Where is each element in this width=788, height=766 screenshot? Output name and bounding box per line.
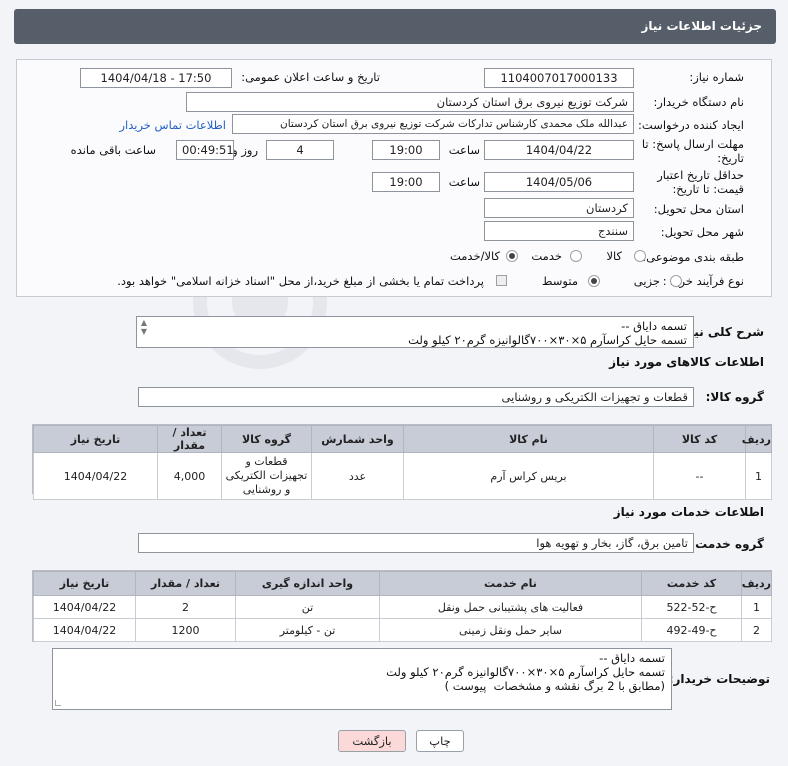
services-cell-row: 1 xyxy=(741,595,772,619)
services-col-name: نام خدمت xyxy=(379,571,642,596)
goods-section-title: اطلاعات کالاهای مورد نیاز xyxy=(609,355,764,369)
table-row: 2 ح-49-492 سایر حمل ونقل زمینی تن - کیلو… xyxy=(33,618,772,642)
category-goods-service-label: کالا/خدمت xyxy=(449,249,500,263)
goods-col-qty: تعداد / مقدار xyxy=(157,425,222,453)
description-box: ▲▼ xyxy=(136,316,694,348)
services-table: ردیف کد خدمت نام خدمت واحد اندازه گیری ت… xyxy=(33,571,772,642)
buyer-org-label: نام دستگاه خریدار: xyxy=(653,95,744,109)
back-button[interactable]: بازگشت xyxy=(338,730,406,752)
buyer-contact-link[interactable]: اطلاعات تماس خریدار xyxy=(119,118,226,132)
services-cell-code: ح-52-522 xyxy=(641,595,742,619)
days-field: 4 xyxy=(266,140,334,160)
goods-col-code: کد کالا xyxy=(653,425,746,453)
table-row: 1 -- بریس کراس آرم عدد قطعات و تجهیزات ا… xyxy=(33,452,772,500)
buyer-org-field: شرکت توزیع نیروی برق استان کردستان xyxy=(186,92,634,112)
resize-handle-icon[interactable] xyxy=(55,700,61,706)
deadline-time-label: ساعت xyxy=(448,143,480,157)
goods-col-row: ردیف xyxy=(742,425,772,453)
services-cell-qty: 1200 xyxy=(135,618,236,642)
description-scrollbar[interactable]: ▲ ▼ xyxy=(138,318,150,336)
services-col-row: ردیف xyxy=(741,571,772,596)
city-label: شهر محل تحویل: xyxy=(660,225,744,239)
buyer-notes-label: توضیحات خریدار: xyxy=(668,672,770,686)
category-goods-label: کالا xyxy=(606,249,622,263)
services-col-qty: تعداد / مقدار xyxy=(135,571,236,596)
process-medium-radio[interactable] xyxy=(588,275,600,287)
goods-cell-date: 1404/04/22 xyxy=(33,452,158,500)
goods-col-group: گروه کالا xyxy=(221,425,312,453)
process-minor-radio[interactable] xyxy=(670,275,682,287)
table-row: 1 ح-52-522 فعالیت های پشتیبانی حمل ونقل … xyxy=(33,595,772,619)
goods-col-name: نام کالا xyxy=(403,425,654,453)
services-cell-name: سایر حمل ونقل زمینی xyxy=(379,618,642,642)
deadline-label: مهلت ارسال پاسخ: تا تاریخ: xyxy=(641,137,744,165)
treasury-payment-note: پرداخت تمام یا بخشی از مبلغ خرید،از محل … xyxy=(117,274,484,288)
city-field: سنندج xyxy=(484,221,634,241)
services-cell-unit: تن - کیلومتر xyxy=(235,618,380,642)
creator-field: عبدالله ملک محمدی کارشناس تدارکات شرکت ت… xyxy=(232,114,634,134)
services-col-code: کد خدمت xyxy=(641,571,742,596)
need-number-label: شماره نیاز: xyxy=(689,70,744,84)
treasury-payment-checkbox[interactable] xyxy=(496,275,507,286)
category-service-radio[interactable] xyxy=(570,250,582,262)
services-cell-date: 1404/04/22 xyxy=(33,595,136,619)
creator-label: ایجاد کننده درخواست: xyxy=(638,118,744,132)
validity-time-label: ساعت xyxy=(448,175,480,189)
goods-table: ردیف کد کالا نام کالا واحد شمارش گروه کا… xyxy=(33,425,772,500)
services-cell-row: 2 xyxy=(741,618,772,642)
days-label: روز و xyxy=(232,143,258,157)
services-col-unit: واحد اندازه گیری xyxy=(235,571,380,596)
goods-cell-unit: عدد xyxy=(311,452,404,500)
services-cell-qty: 2 xyxy=(135,595,236,619)
goods-table-wrap: ردیف کد کالا نام کالا واحد شمارش گروه کا… xyxy=(32,424,772,500)
page-title: جزئیات اطلاعات نیاز xyxy=(641,19,762,33)
buyer-notes-textarea[interactable] xyxy=(52,648,672,710)
services-cell-unit: تن xyxy=(235,595,380,619)
process-minor-label: جزیی xyxy=(633,274,660,288)
goods-group-field: قطعات و تجهیزات الکتریکی و روشنایی xyxy=(138,387,694,407)
services-table-wrap: ردیف کد خدمت نام خدمت واحد اندازه گیری ت… xyxy=(32,570,772,642)
services-cell-code: ح-49-492 xyxy=(641,618,742,642)
category-service-label: خدمت xyxy=(531,249,562,263)
remaining-time-label: ساعت باقی مانده xyxy=(70,143,156,157)
print-button[interactable]: چاپ xyxy=(416,730,464,752)
deadline-date-field: 1404/04/22 xyxy=(484,140,634,160)
category-goods-radio[interactable] xyxy=(634,250,646,262)
deadline-time-field: 19:00 xyxy=(372,140,440,160)
services-section-title: اطلاعات خدمات مورد نیاز xyxy=(613,505,764,519)
goods-col-date: تاریخ نیاز xyxy=(33,425,158,453)
page-header: جزئیات اطلاعات نیاز xyxy=(14,9,776,44)
goods-cell-code: -- xyxy=(653,452,746,500)
process-medium-label: متوسط xyxy=(541,274,578,288)
announce-date-field: 1404/04/18 - 17:50 xyxy=(80,68,232,88)
goods-cell-row: 1 xyxy=(745,452,772,500)
services-group-field: تامین برق، گاز، بخار و تهویه هوا xyxy=(138,533,694,553)
announce-date-label: تاریخ و ساعت اعلان عمومی: xyxy=(241,70,380,84)
services-cell-name: فعالیت های پشتیبانی حمل ونقل xyxy=(379,595,642,619)
services-cell-date: 1404/04/22 xyxy=(33,618,136,642)
category-goods-service-radio[interactable] xyxy=(506,250,518,262)
goods-cell-qty: 4,000 xyxy=(157,452,222,500)
validity-date-field: 1404/05/06 xyxy=(484,172,634,192)
services-group-label: گروه خدمت: xyxy=(690,537,764,551)
province-label: استان محل تحویل: xyxy=(653,202,744,216)
province-field: کردستان xyxy=(484,198,634,218)
goods-col-unit: واحد شمارش xyxy=(311,425,404,453)
services-col-date: تاریخ نیاز xyxy=(33,571,136,596)
validity-label: حداقل تاریخ اعتبار قیمت: تا تاریخ: xyxy=(657,168,744,196)
goods-group-label: گروه کالا: xyxy=(705,390,764,404)
goods-cell-group: قطعات و تجهیزات الکتریکی و روشنایی xyxy=(221,452,312,500)
category-label: طبقه بندی موضوعی: xyxy=(642,250,744,264)
remaining-time-field: 00:49:51 xyxy=(176,140,234,160)
goods-cell-name: بریس کراس آرم xyxy=(403,452,654,500)
need-number-field: 1104007017000133 xyxy=(484,68,634,88)
validity-time-field: 19:00 xyxy=(372,172,440,192)
description-textarea[interactable] xyxy=(151,317,693,347)
